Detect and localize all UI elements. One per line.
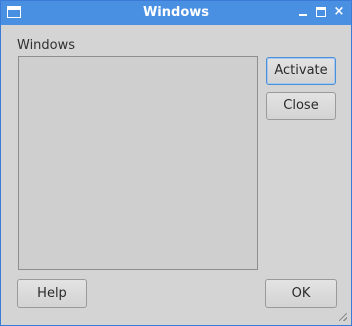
help-button[interactable]: Help bbox=[17, 279, 87, 308]
ok-button[interactable]: OK bbox=[265, 279, 337, 308]
windows-list-label: Windows bbox=[17, 38, 76, 53]
resize-grip-icon[interactable] bbox=[339, 313, 347, 321]
windows-list[interactable] bbox=[18, 56, 258, 270]
windows-dialog: Windows × Windows Activate Close Help OK bbox=[0, 0, 352, 326]
activate-button[interactable]: Activate bbox=[266, 57, 336, 85]
maximize-icon[interactable] bbox=[314, 5, 328, 19]
title-bar[interactable]: Windows × bbox=[1, 1, 351, 25]
close-button[interactable]: Close bbox=[266, 92, 336, 120]
close-icon[interactable]: × bbox=[332, 5, 346, 19]
minimize-icon[interactable] bbox=[296, 5, 310, 19]
